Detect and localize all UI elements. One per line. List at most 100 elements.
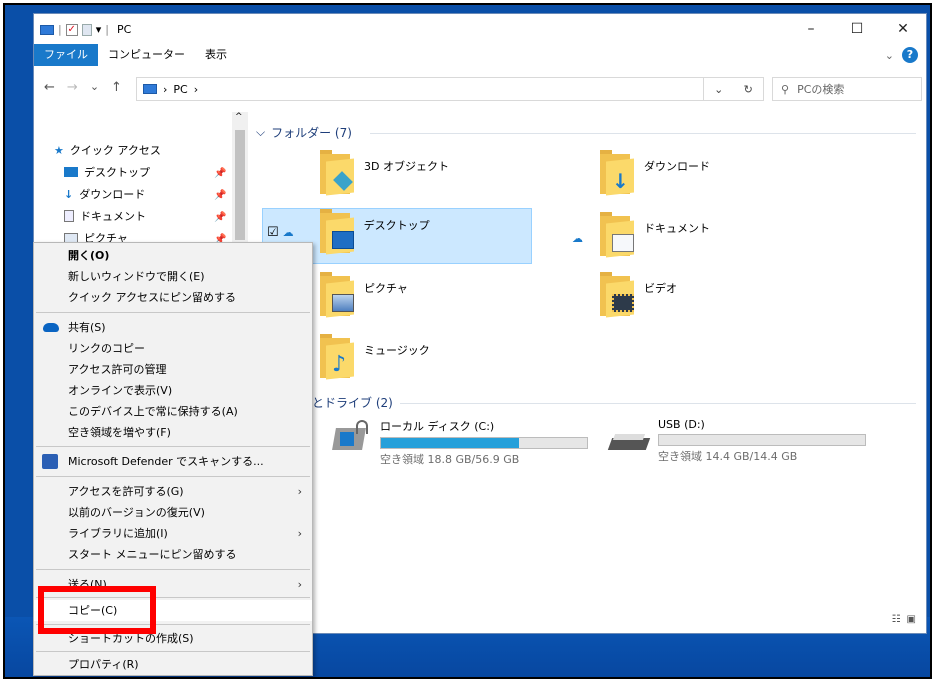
devices-group-header[interactable]: とドライブ (2) xyxy=(312,394,393,411)
menu-item-pin-start[interactable]: スタート メニューにピン留めする xyxy=(34,544,312,565)
folder-3d-objects[interactable]: 3D オブジェクト xyxy=(320,150,560,200)
up-button[interactable]: ↑ xyxy=(111,80,122,95)
menu-item-copy-link[interactable]: リンクのコピー xyxy=(34,338,312,359)
drive-c[interactable]: ローカル ディスク (C:) 空き領域 18.8 GB/56.9 GB xyxy=(332,418,588,467)
document-icon xyxy=(64,210,74,222)
menu-separator xyxy=(36,446,310,447)
recent-locations-button[interactable]: ⌄ xyxy=(90,80,99,95)
back-button[interactable]: ← xyxy=(44,80,55,95)
folder-downloads[interactable]: ↓ ダウンロード xyxy=(600,150,840,200)
path-separator: › xyxy=(193,82,199,96)
pin-icon: 📌 xyxy=(214,190,227,201)
content-area: ⌵ フォルダー (7) 3D オブジェクト ↓ ダウンロード ☑ ☁ デスクトッ… xyxy=(250,112,926,633)
window-title: PC xyxy=(116,23,132,36)
folder-label: 3D オブジェクト xyxy=(364,160,449,173)
star-icon: ★ xyxy=(54,143,64,157)
menu-item-pin-quick-access[interactable]: クイック アクセスにピン留めする xyxy=(34,287,312,308)
folder-pictures[interactable]: ピクチャ xyxy=(320,272,560,322)
devices-group-label: とドライブ (2) xyxy=(312,396,393,410)
path-pc[interactable]: PC xyxy=(173,83,187,96)
details-view-icon[interactable]: ☷ xyxy=(892,614,901,625)
search-input[interactable]: ⚲ PCの検索 xyxy=(772,77,922,101)
group-divider xyxy=(400,403,916,404)
menu-item-share[interactable]: 共有(S) xyxy=(34,317,312,338)
folder-label: ダウンロード xyxy=(644,160,710,173)
ribbon-tabs: ファイル コンピューター 表示 ⌄ ? xyxy=(34,44,926,66)
nav-item-downloads[interactable]: ↓ ダウンロード xyxy=(64,186,145,202)
menu-item-free-up-space[interactable]: 空き領域を増やす(F) xyxy=(34,422,312,443)
drive-free-space: 空き領域 18.8 GB/56.9 GB xyxy=(380,453,520,466)
menu-item-always-keep[interactable]: このデバイス上で常に保持する(A) xyxy=(34,401,312,422)
nav-quick-access-label: クイック アクセス xyxy=(69,144,161,157)
folder-label: ドキュメント xyxy=(644,222,710,235)
quick-access-toolbar: | ✓ ▾ | PC xyxy=(40,23,131,36)
tab-computer[interactable]: コンピューター xyxy=(98,44,195,66)
menu-item-properties[interactable]: プロパティ(R) xyxy=(34,654,312,675)
expand-ribbon-icon[interactable]: ⌄ xyxy=(885,49,894,62)
tab-file[interactable]: ファイル xyxy=(34,44,98,66)
onedrive-cloud-icon xyxy=(43,323,59,332)
address-bar[interactable]: › PC › xyxy=(136,77,704,101)
drive-usb-d[interactable]: USB (D:) 空き領域 14.4 GB/14.4 GB xyxy=(607,418,866,464)
large-icons-view-icon[interactable]: ▣ xyxy=(907,614,916,625)
folder-documents[interactable]: ドキュメント xyxy=(600,212,840,262)
folders-group-header[interactable]: ⌵ フォルダー (7) xyxy=(256,124,352,141)
scrollbar-thumb[interactable] xyxy=(235,130,245,240)
pin-icon: 📌 xyxy=(214,212,227,223)
menu-item-label: 共有(S) xyxy=(68,321,106,334)
folder-icon xyxy=(320,272,354,318)
menu-item-restore-versions[interactable]: 以前のバージョンの復元(V) xyxy=(34,502,312,523)
menu-item-view-online[interactable]: オンラインで表示(V) xyxy=(34,380,312,401)
drive-usage-bar xyxy=(658,434,866,446)
properties-icon[interactable]: ✓ xyxy=(65,23,78,36)
nav-item-documents[interactable]: ドキュメント xyxy=(64,208,146,224)
cloud-outline-icon: ☁ xyxy=(572,232,583,245)
submenu-arrow-icon: › xyxy=(297,527,302,540)
menu-item-include-library[interactable]: ライブラリに追加(I) › xyxy=(34,523,312,544)
window-controls: – ☐ ✕ xyxy=(788,14,926,44)
usb-drive-icon xyxy=(607,418,651,458)
nav-scrollbar[interactable]: ^ xyxy=(232,112,248,242)
menu-item-defender-scan[interactable]: Microsoft Defender でスキャンする... xyxy=(34,451,312,472)
submenu-arrow-icon: › xyxy=(297,485,302,498)
menu-item-open-new-window[interactable]: 新しいウィンドウで開く(E) xyxy=(34,266,312,287)
folder-videos[interactable]: ビデオ xyxy=(600,272,840,322)
new-folder-icon[interactable] xyxy=(81,23,92,36)
folder-icon xyxy=(319,209,354,255)
pc-icon xyxy=(40,24,54,35)
menu-item-manage-access[interactable]: アクセス許可の管理 xyxy=(34,359,312,380)
tab-view[interactable]: 表示 xyxy=(195,44,237,66)
maximize-button[interactable]: ☐ xyxy=(834,14,880,44)
search-icon: ⚲ xyxy=(781,82,790,96)
drive-label: USB (D:) xyxy=(658,418,705,431)
scroll-up-icon[interactable]: ^ xyxy=(235,112,243,122)
minimize-button[interactable]: – xyxy=(788,14,834,44)
selection-checkbox-icon[interactable]: ☑ xyxy=(267,225,279,240)
help-icon[interactable]: ? xyxy=(902,47,918,63)
title-bar: | ✓ ▾ | PC – ☐ ✕ xyxy=(34,14,926,44)
folders-group-label: フォルダー (7) xyxy=(271,126,352,140)
drive-free-space: 空き領域 14.4 GB/14.4 GB xyxy=(658,450,798,463)
refresh-icon[interactable]: ↻ xyxy=(744,83,753,96)
folder-label: ミュージック xyxy=(364,344,430,357)
folder-icon xyxy=(600,272,634,318)
customize-toolbar-icon[interactable]: ▾ xyxy=(96,23,102,36)
desktop-icon xyxy=(64,167,78,177)
folder-music[interactable]: ♪ ミュージック xyxy=(320,334,560,384)
address-dropdown-icon[interactable]: ⌄ xyxy=(714,83,723,96)
menu-item-label: ライブラリに追加(I) xyxy=(68,527,168,540)
folder-icon: ♪ xyxy=(320,334,354,380)
submenu-arrow-icon: › xyxy=(297,578,302,591)
forward-button[interactable]: → xyxy=(67,80,78,95)
nav-quick-access[interactable]: ★ クイック アクセス xyxy=(54,142,161,158)
windows-drive-icon xyxy=(332,418,372,458)
close-button[interactable]: ✕ xyxy=(880,14,926,44)
menu-item-open[interactable]: 開く(O) xyxy=(34,245,312,266)
nav-item-desktop[interactable]: デスクトップ xyxy=(64,164,150,180)
download-arrow-icon: ↓ xyxy=(64,187,74,201)
pin-icon: 📌 xyxy=(214,168,227,179)
cloud-outline-icon: ☁ xyxy=(282,226,294,239)
ribbon-controls: ⌄ ? xyxy=(885,47,918,63)
menu-item-give-access[interactable]: アクセスを許可する(G) › xyxy=(34,481,312,502)
defender-shield-icon xyxy=(42,454,58,469)
